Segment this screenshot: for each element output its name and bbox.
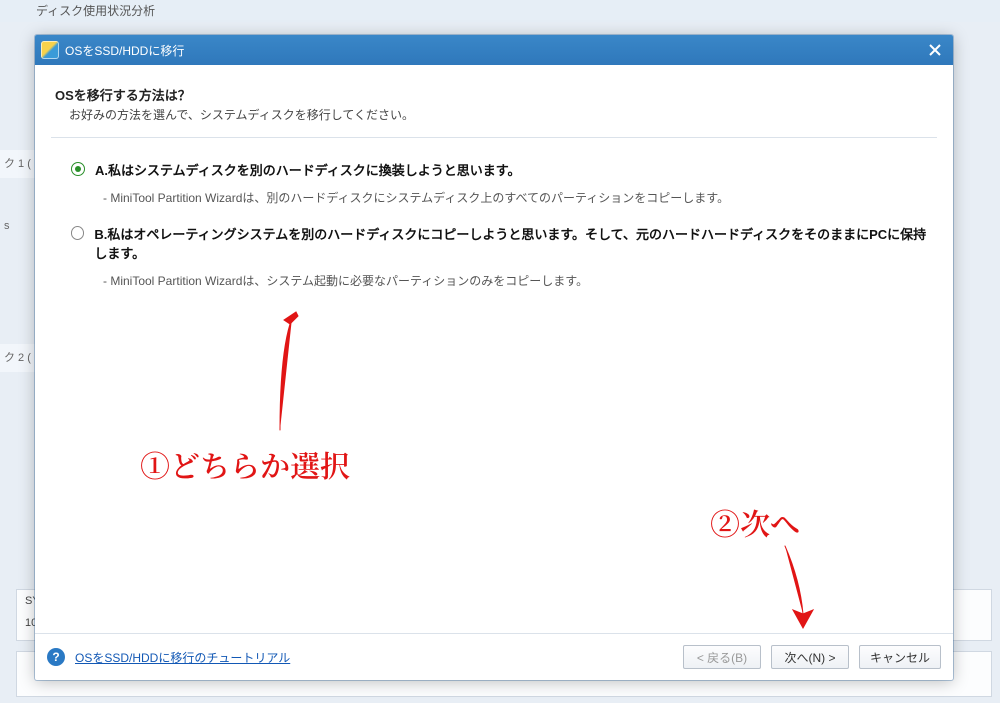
- option-b-label: B.私はオペレーティングシステムを別のハードディスクにコピーしようと思います。そ…: [94, 224, 933, 262]
- option-a-label: A.私はシステムディスクを別のハードディスクに換装しようと思います。: [95, 160, 521, 179]
- dialog-titlebar: OSをSSD/HDDに移行: [35, 35, 953, 65]
- option-b[interactable]: B.私はオペレーティングシステムを別のハードディスクにコピーしようと思います。そ…: [71, 224, 933, 262]
- option-a[interactable]: A.私はシステムディスクを別のハードディスクに換装しようと思います。: [71, 160, 933, 179]
- radio-a[interactable]: [71, 162, 85, 176]
- bg-side: ク 1 ( s ク 2 (: [0, 90, 36, 650]
- app-icon: [41, 41, 59, 59]
- divider: [51, 137, 937, 138]
- bg-disk1: ク 1 (: [0, 150, 36, 178]
- next-button[interactable]: 次へ(N) >: [771, 645, 849, 669]
- dialog-body: OSを移行する方法は？ お好みの方法を選んで、システムディスクを移行してください…: [35, 65, 953, 633]
- dialog-footer: ? OSをSSD/HDDに移行のチュートリアル < 戻る(B) 次へ(N) > …: [35, 633, 953, 680]
- back-button[interactable]: < 戻る(B): [683, 645, 761, 669]
- tutorial-link[interactable]: OSをSSD/HDDに移行のチュートリアル: [75, 649, 290, 666]
- bg-tab-label: ディスク使用状況分析: [36, 4, 155, 18]
- option-b-desc: - MiniTool Partition Wizardは、システム起動に必要なパ…: [103, 272, 933, 289]
- close-icon: [929, 44, 941, 56]
- radio-b[interactable]: [71, 226, 84, 240]
- option-a-desc: - MiniTool Partition Wizardは、別のハードディスクにシ…: [103, 189, 933, 206]
- bg-disk2: ク 2 (: [0, 344, 36, 372]
- migrate-os-wizard-dialog: OSをSSD/HDDに移行 OSを移行する方法は？ お好みの方法を選んで、システ…: [35, 35, 953, 680]
- help-icon[interactable]: ?: [47, 648, 65, 666]
- bg-tab: ディスク使用状況分析: [0, 0, 1000, 22]
- dialog-title: OSをSSD/HDDに移行: [65, 42, 184, 59]
- bg-side-s: s: [0, 218, 36, 234]
- page-heading: OSを移行する方法は？: [55, 85, 933, 104]
- cancel-button[interactable]: キャンセル: [859, 645, 941, 669]
- close-button[interactable]: [917, 35, 953, 65]
- page-subheading: お好みの方法を選んで、システムディスクを移行してください。: [69, 106, 933, 123]
